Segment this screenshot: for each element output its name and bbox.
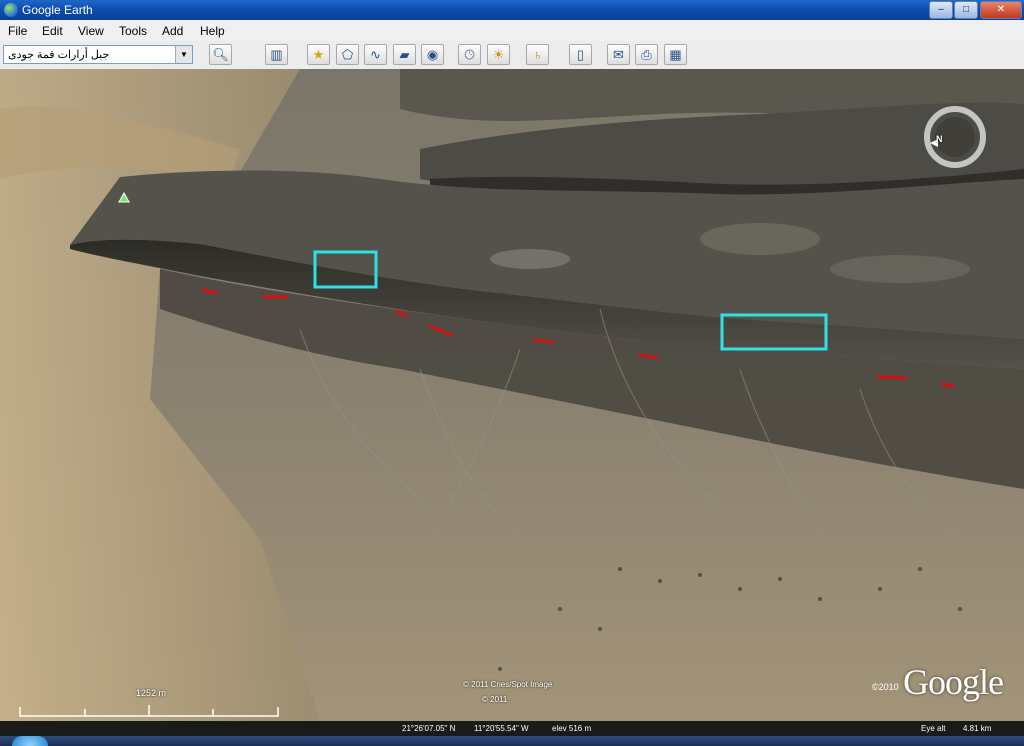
elevation-readout: elev 516 m bbox=[552, 724, 592, 733]
placemark-icon: ★ bbox=[312, 47, 325, 62]
add-placemark-button[interactable]: ★ bbox=[307, 44, 330, 65]
menu-bar: File Edit View Tools Add Help bbox=[0, 20, 1024, 42]
menu-edit[interactable]: Edit bbox=[42, 24, 63, 38]
latitude-readout: 21°26'07.05" N bbox=[402, 724, 456, 733]
print-icon: ⎙ bbox=[641, 47, 652, 62]
historical-imagery-button[interactable]: 🕒︎ bbox=[458, 44, 481, 65]
switch-planet-button[interactable]: ♄ bbox=[526, 44, 549, 65]
search-button[interactable]: 🔍︎ bbox=[209, 44, 232, 65]
print-button[interactable]: ⎙ bbox=[635, 44, 658, 65]
map-copyright: ©2010 bbox=[872, 682, 899, 692]
close-button[interactable]: ✕ bbox=[980, 1, 1022, 19]
compass-north-label: N bbox=[936, 134, 943, 144]
ruler-button[interactable]: ▯ bbox=[569, 44, 592, 65]
search-value: جبل أرارات قمة جودى bbox=[8, 49, 110, 61]
planet-icon: ♄ bbox=[532, 47, 543, 62]
overlay-icon: ▰ bbox=[399, 47, 410, 62]
sidebar-icon: ▥ bbox=[270, 47, 283, 62]
sunlight-icon: ☀ bbox=[492, 47, 505, 62]
add-polygon-button[interactable]: ⬠ bbox=[336, 44, 359, 65]
ruler-icon: ▯ bbox=[576, 47, 585, 62]
maximize-button[interactable]: □ bbox=[954, 1, 978, 19]
taskbar bbox=[0, 736, 1024, 746]
add-path-button[interactable]: ∿ bbox=[364, 44, 387, 65]
red-path-segment bbox=[876, 375, 907, 380]
status-bar: 21°26'07.05" N 11°20'55.54" W elev 516 m… bbox=[0, 721, 1024, 736]
maps-icon: ▦ bbox=[669, 47, 682, 62]
sunlight-button[interactable]: ☀ bbox=[487, 44, 510, 65]
view-in-maps-button[interactable]: ▦ bbox=[664, 44, 687, 65]
record-tour-button[interactable]: ◉ bbox=[421, 44, 444, 65]
menu-help[interactable]: Help bbox=[200, 24, 225, 38]
search-icon: 🔍︎ bbox=[212, 47, 229, 62]
menu-view[interactable]: View bbox=[78, 24, 104, 38]
red-path-segment bbox=[533, 338, 555, 344]
imagery-attribution-2: © 2011 bbox=[482, 695, 508, 704]
path-icon: ∿ bbox=[370, 47, 381, 62]
tour-icon: ◉ bbox=[426, 47, 439, 62]
start-button[interactable] bbox=[12, 736, 48, 746]
minimize-button[interactable]: – bbox=[929, 1, 953, 19]
eye-altitude-label: Eye alt bbox=[921, 724, 946, 733]
google-logo: Google bbox=[903, 662, 1004, 702]
sidebar-toggle-button[interactable]: ▥ bbox=[265, 44, 288, 65]
polygon-icon: ⬠ bbox=[341, 47, 354, 62]
map-view[interactable]: N © 2011 Cnes/Spot Image © 2011 ©2010 Go… bbox=[0, 69, 1024, 721]
red-path-segment bbox=[940, 382, 955, 388]
menu-file[interactable]: File bbox=[8, 24, 27, 38]
menu-tools[interactable]: Tools bbox=[119, 24, 147, 38]
email-button[interactable]: ✉ bbox=[607, 44, 630, 65]
history-icon: 🕒︎ bbox=[464, 47, 475, 62]
google-earth-icon bbox=[4, 3, 18, 17]
search-input[interactable]: جبل أرارات قمة جودى ▼ bbox=[3, 45, 193, 64]
imagery-attribution: © 2011 Cnes/Spot Image bbox=[463, 680, 553, 689]
add-overlay-button[interactable]: ▰ bbox=[393, 44, 416, 65]
scale-label: 1252 m bbox=[136, 688, 167, 698]
menu-add[interactable]: Add bbox=[162, 24, 183, 38]
longitude-readout: 11°20'55.54" W bbox=[474, 724, 529, 733]
eye-altitude-value: 4.81 km bbox=[963, 724, 992, 733]
window-title: Google Earth bbox=[22, 3, 93, 17]
chevron-down-icon[interactable]: ▼ bbox=[175, 46, 192, 63]
toolbar: جبل أرارات قمة جودى ▼ 🔍︎ ▥ ★ ⬠ ∿ ▰ ◉ 🕒︎ … bbox=[0, 41, 1024, 70]
title-bar: Google Earth – □ ✕ bbox=[0, 0, 1024, 20]
terrain-imagery bbox=[0, 69, 1024, 721]
email-icon: ✉ bbox=[613, 47, 624, 62]
